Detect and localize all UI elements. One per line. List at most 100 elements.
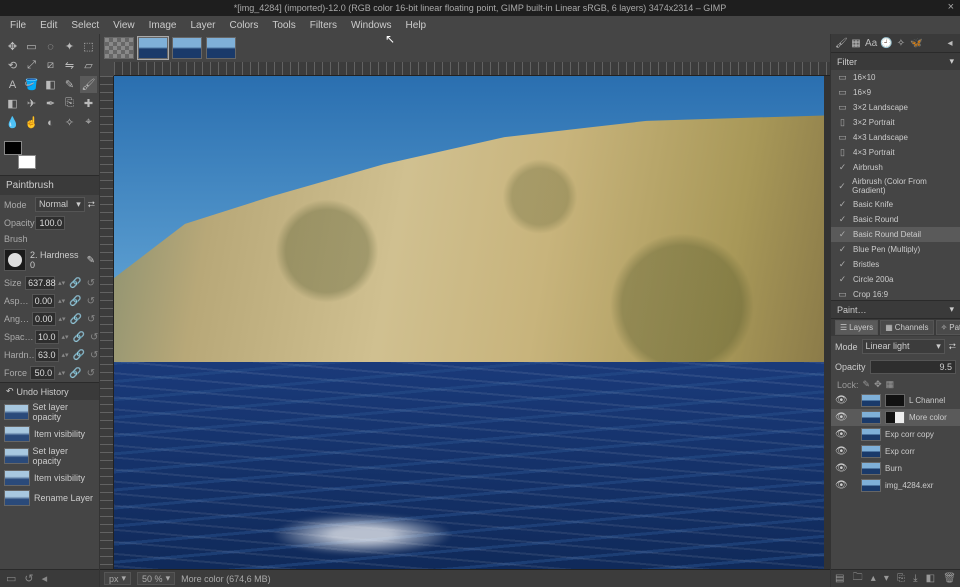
brush-preset-item[interactable]: ✓Airbrush (Color From Gradient) [831,175,960,197]
fg-bg-colors[interactable] [4,141,40,169]
menu-colors[interactable]: Colors [223,18,264,33]
undo-history-item[interactable]: Set layer opacity [0,444,99,468]
angle-value[interactable]: 0.00 [32,312,56,326]
undo-history-item[interactable]: Rename Layer [0,488,99,508]
layer-item[interactable]: 👁img_4284.exr [831,477,960,494]
aspect-reset-icon[interactable]: ↺ [87,296,95,307]
size-reset-icon[interactable]: ↺ [87,278,95,289]
new-layer-icon[interactable]: ▤ [835,573,844,584]
image-tab[interactable] [206,37,236,59]
image-tab[interactable] [138,37,168,59]
raise-layer-icon[interactable]: ▴ [871,573,876,584]
size-value[interactable]: 637.88 [25,276,55,290]
tab-layers[interactable]: ☰Layers [835,320,878,335]
undo-history-item[interactable]: Set layer opacity [0,400,99,424]
brush-preset-item[interactable]: ✓Basic Round Detail [831,227,960,242]
tool-move[interactable]: ✥ [4,38,21,55]
tool-perspective[interactable]: ▱ [80,57,97,74]
layer-thumb[interactable] [861,428,881,441]
menu-layer[interactable]: Layer [184,18,221,33]
brush-preset-item[interactable]: ✓Airbrush [831,160,960,175]
spacing-link-icon[interactable]: 🔗 [73,332,85,343]
angle-reset-icon[interactable]: ↺ [87,314,95,325]
image-tab[interactable] [104,37,134,59]
layer-mask-thumb[interactable] [885,394,905,407]
mode-select[interactable]: Normal▾ [35,197,85,212]
tool-blur[interactable]: 💧 [4,114,21,131]
brush-preview[interactable]: 2. Hardness 0 ✎ [0,246,99,274]
layer-thumb[interactable] [861,411,881,424]
undo-history-item[interactable]: Item visibility [0,468,99,488]
tool-eraser[interactable]: ◧ [4,95,21,112]
lock-alpha-icon[interactable]: ▦ [886,379,895,390]
unit-select[interactable]: px▾ [104,572,131,585]
hardness-spinner[interactable]: ▴▾ [62,353,68,358]
brush-edit-icon[interactable]: ✎ [87,255,95,266]
bg-color-swatch[interactable] [18,155,36,169]
menu-edit[interactable]: Edit [34,18,63,33]
mode-toggle-icon[interactable]: ⮂ [949,341,956,352]
visibility-icon[interactable]: 👁 [835,395,845,406]
duplicate-layer-icon[interactable]: ⎘ [897,573,905,584]
tool-shear[interactable]: ⧄ [42,57,59,74]
layer-item[interactable]: 👁L Channel [831,392,960,409]
fg-color-swatch[interactable] [4,141,22,155]
lock-position-icon[interactable]: ✥ [874,379,882,390]
tool-paths[interactable]: ✧ [61,114,78,131]
visibility-icon[interactable]: 👁 [835,429,845,440]
tool-free-select[interactable]: ◌ [42,38,59,55]
paint-dynamics-row[interactable]: Paint… ▾ [831,300,960,318]
size-link-icon[interactable]: 🔗 [69,278,81,289]
tool-heal[interactable]: ✚ [80,95,97,112]
brush-preset-item[interactable]: ▭4×3 Landscape [831,130,960,145]
size-spinner[interactable]: ▴▾ [58,281,64,286]
brush-preset-item[interactable]: ▭Crop 16:9 [831,287,960,300]
image-tab[interactable] [172,37,202,59]
tool-color-picker[interactable]: ⌖ [80,114,97,131]
layer-item[interactable]: 👁Exp corr [831,443,960,460]
brush-preset-item[interactable]: ▭3×2 Landscape [831,100,960,115]
merge-down-icon[interactable]: ⤓ [913,573,917,584]
brush-swatch[interactable] [4,249,26,271]
menu-file[interactable]: File [4,18,32,33]
spacing-value[interactable]: 10.0 [35,330,59,344]
scrollbar-vertical[interactable] [824,76,830,569]
brush-preset-item[interactable]: ▭16×9 [831,85,960,100]
layer-item[interactable]: 👁Burn [831,460,960,477]
force-spinner[interactable]: ▴▾ [58,371,64,376]
menu-filters[interactable]: Filters [304,18,343,33]
history-tab-icon[interactable]: 🕘 [880,38,892,49]
brush-preset-item[interactable]: ▯4×3 Portrait [831,145,960,160]
config-tab-icon[interactable]: ▭ [6,572,16,585]
layer-mode-select[interactable]: Linear light▾ [862,339,945,354]
tool-flip[interactable]: ⇋ [61,57,78,74]
layer-thumb[interactable] [861,445,881,458]
tool-scale[interactable]: ⤢ [23,57,40,74]
force-value[interactable]: 50.0 [30,366,55,380]
spacing-spinner[interactable]: ▴▾ [62,335,68,340]
visibility-icon[interactable]: 👁 [835,446,845,457]
mode-toggle-icon[interactable]: ⮂ [88,199,95,210]
hardness-link-icon[interactable]: 🔗 [73,350,85,361]
layer-mask-thumb[interactable] [885,411,905,424]
angle-spinner[interactable]: ▴▾ [59,317,65,322]
new-group-icon[interactable]: 🗀 [853,570,863,587]
ruler-horizontal[interactable] [114,62,830,76]
tool-airbrush[interactable]: ✈ [23,95,40,112]
zoom-select[interactable]: 50 %▾ [137,572,175,585]
close-icon[interactable]: × [948,1,954,13]
tool-text[interactable]: A [4,76,21,93]
tool-rotate[interactable]: ⟲ [4,57,21,74]
menu-windows[interactable]: Windows [345,18,398,33]
menu-image[interactable]: Image [143,18,183,33]
aspect-spinner[interactable]: ▴▾ [58,299,64,304]
visibility-icon[interactable]: 👁 [835,463,845,474]
spacing-reset-icon[interactable]: ↺ [90,332,98,343]
force-reset-icon[interactable]: ↺ [87,368,95,379]
delete-layer-icon[interactable]: 🗑 [943,573,956,584]
brush-preset-item[interactable]: ✓Basic Round [831,212,960,227]
brush-preset-item[interactable]: ✓Blue Pen (Multiply) [831,242,960,257]
force-link-icon[interactable]: 🔗 [69,368,81,379]
tab-channels[interactable]: ▦Channels [880,320,933,335]
layer-opacity-value[interactable]: 9.5 [870,360,956,374]
